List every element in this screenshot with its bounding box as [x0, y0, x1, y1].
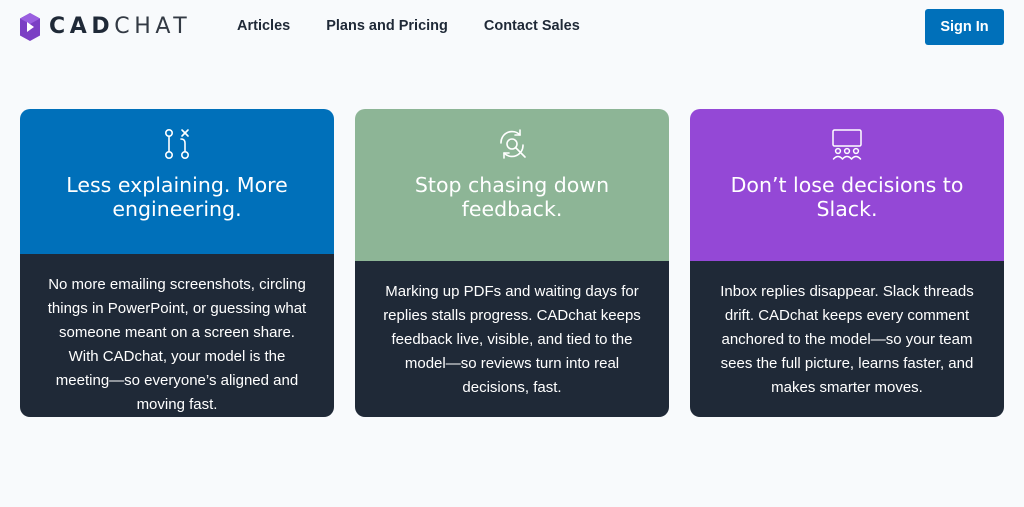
card-header: Don’t lose decisions to Slack.: [690, 109, 1004, 261]
feature-card-dont-lose-decisions: Don’t lose decisions to Slack. Inbox rep…: [690, 109, 1004, 417]
card-body-panel: Inbox replies disappear. Slack threads d…: [690, 261, 1004, 417]
main-nav: Articles Plans and Pricing Contact Sales: [237, 17, 616, 35]
card-body-panel: No more emailing screenshots, circling t…: [20, 254, 334, 417]
feature-cards: Less explaining. More engineering. No mo…: [20, 109, 1004, 417]
card-description: Marking up PDFs and waiting days for rep…: [383, 283, 641, 396]
site-header: CADCHAT Articles Plans and Pricing Conta…: [0, 0, 1024, 54]
nav-plans-pricing-link[interactable]: Plans and Pricing: [326, 17, 448, 35]
node-graph-icon: [165, 128, 189, 159]
cadchat-logo[interactable]: CADCHAT: [20, 12, 191, 42]
cadchat-logo-mark-icon: [20, 13, 40, 41]
card-description: Inbox replies disappear. Slack threads d…: [720, 283, 974, 396]
presentation-team-icon: [832, 129, 862, 160]
nav-contact-sales-link[interactable]: Contact Sales: [484, 17, 580, 35]
feature-card-less-explaining: Less explaining. More engineering. No mo…: [20, 109, 334, 417]
card-title: Don’t lose decisions to Slack.: [730, 173, 964, 221]
card-title: Less explaining. More engineering.: [66, 173, 288, 221]
logo-wordmark-light: CHAT: [114, 14, 192, 39]
card-header: Less explaining. More engineering.: [20, 109, 334, 254]
logo-wordmark: CADCHAT: [49, 13, 191, 41]
card-header: Stop chasing down feedback.: [355, 109, 669, 261]
nav-articles-link[interactable]: Articles: [237, 17, 290, 35]
page: CADCHAT Articles Plans and Pricing Conta…: [0, 0, 1024, 507]
sign-in-button[interactable]: Sign In: [925, 9, 1004, 45]
feature-card-stop-chasing: Stop chasing down feedback. Marking up P…: [355, 109, 669, 417]
card-title: Stop chasing down feedback.: [414, 173, 610, 221]
logo-wordmark-bold: CAD: [49, 14, 115, 39]
card-description: No more emailing screenshots, circling t…: [47, 276, 307, 413]
card-body-panel: Marking up PDFs and waiting days for rep…: [355, 261, 669, 417]
refresh-search-icon: [500, 129, 526, 159]
